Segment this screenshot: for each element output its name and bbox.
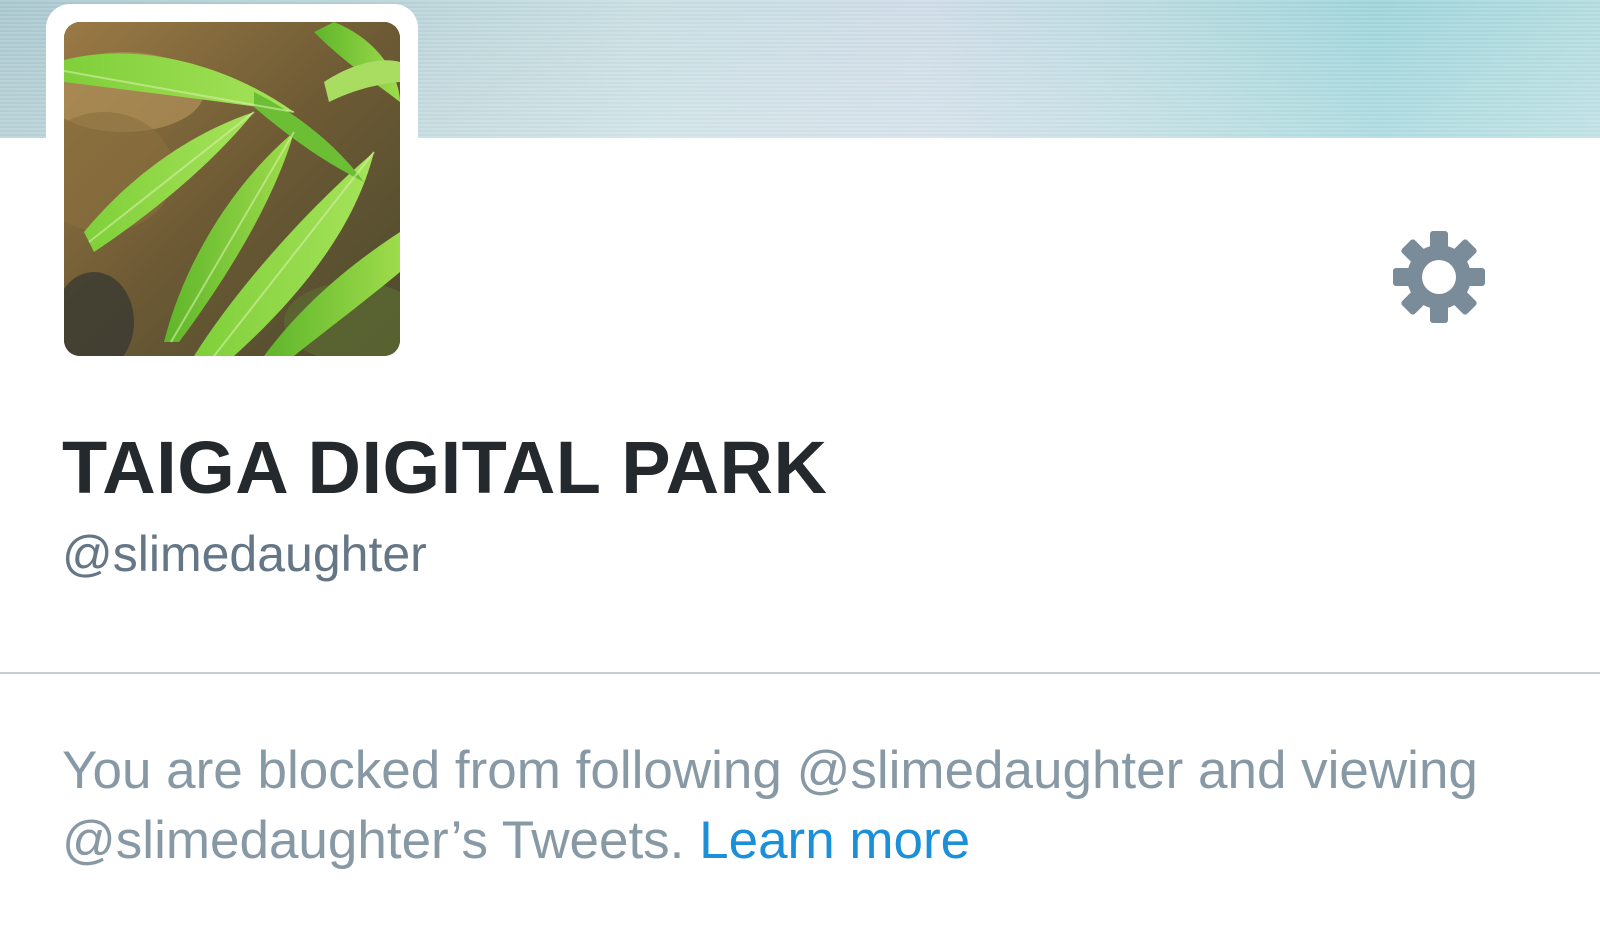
profile-page: TAIGA DIGITAL PARK @slimedaughter You ar… [0,0,1600,943]
learn-more-link[interactable]: Learn more [699,811,970,870]
divider [0,672,1600,674]
gear-icon[interactable] [1392,230,1486,324]
avatar[interactable] [64,22,400,356]
username-handle: @slimedaughter [62,526,427,582]
display-name: TAIGA DIGITAL PARK [62,426,828,509]
avatar-leaves-image [64,22,400,356]
blocked-notice: You are blocked from following @slimedau… [62,736,1562,876]
